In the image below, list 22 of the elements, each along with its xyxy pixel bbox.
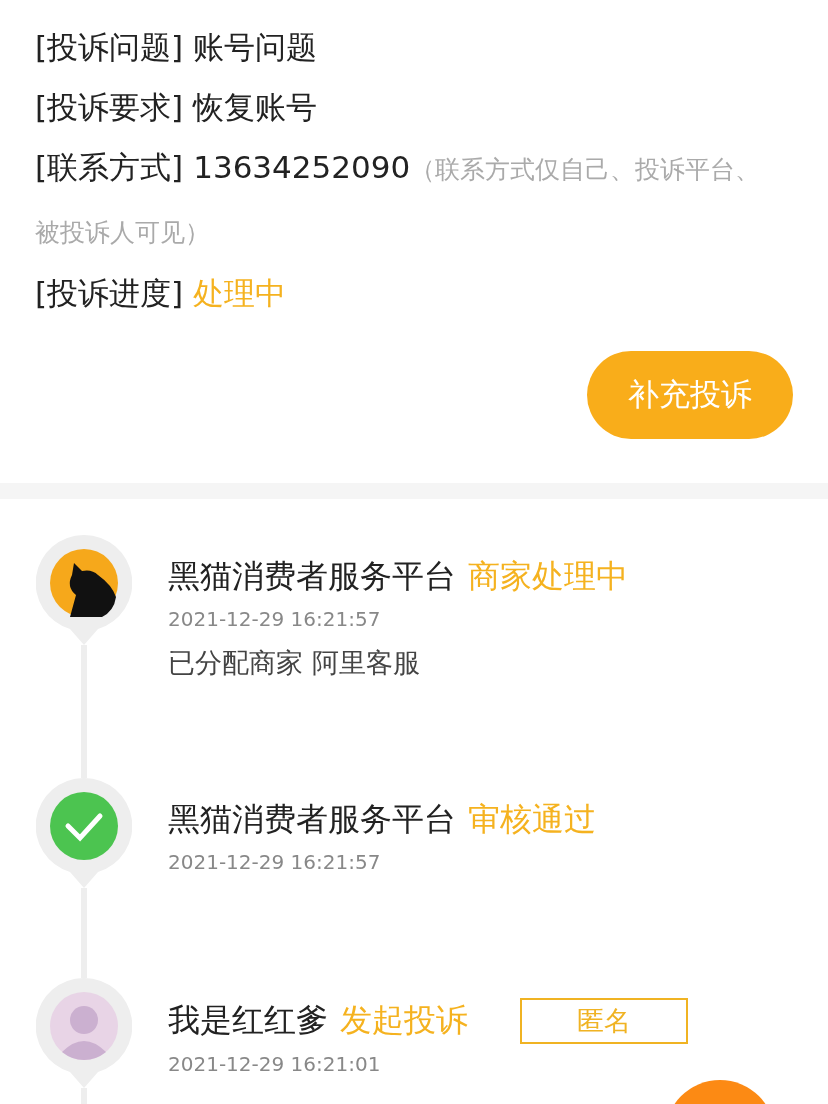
field-value: 处理中 (193, 275, 287, 311)
field-value: 恢复账号 (193, 89, 318, 125)
timestamp: 2021-12-29 16:21:57 (168, 607, 382, 631)
anonymous-badge: 匿名 (520, 998, 688, 1044)
timestamp: 2021-12-29 16:21:57 (168, 850, 382, 874)
field-label: [投诉问题] (35, 29, 184, 65)
field-label: [投诉进度] (35, 275, 184, 311)
field-value: 账号问题 (193, 29, 318, 65)
sender-name: 我是红红爹 (168, 1000, 328, 1041)
event-message: 已分配商家 阿里客服 (168, 646, 421, 680)
avatar-icon (50, 992, 118, 1060)
supplement-button[interactable]: 补充投诉 (587, 351, 793, 439)
event-status: 审核通过 (468, 799, 596, 840)
cat-avatar-icon (50, 549, 118, 617)
sender-name: 黑猫消费者服务平台 (168, 799, 456, 840)
event-status: 发起投诉 (340, 1000, 468, 1041)
check-icon (50, 792, 118, 860)
field-label: [投诉要求] (35, 89, 184, 125)
event-status: 商家处理中 (468, 556, 628, 597)
sender-name: 黑猫消费者服务平台 (168, 556, 456, 597)
contact-text: [联系方式] 13634252090（联系方式仅自己、投诉平台、被投诉人可见） (35, 148, 762, 249)
timestamp: 2021-12-29 16:21:01 (168, 1052, 382, 1076)
